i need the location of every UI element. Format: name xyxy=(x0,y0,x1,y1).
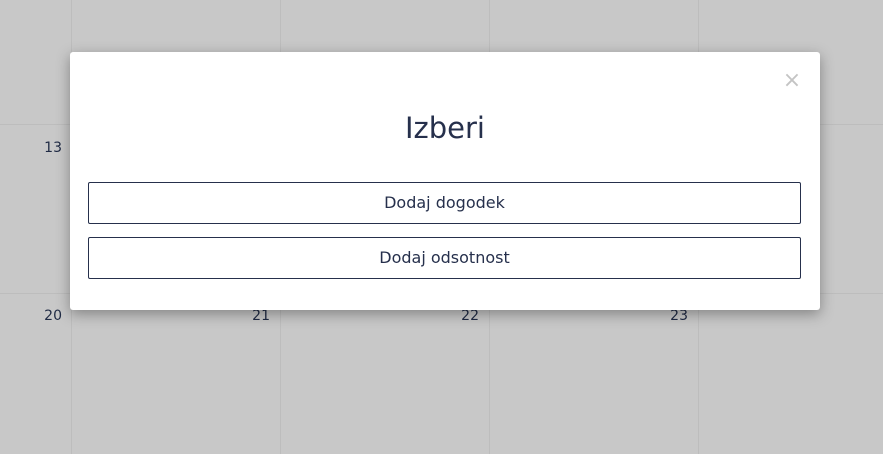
calendar-day-23[interactable]: 23 xyxy=(658,308,688,324)
choice-modal: × Izberi Dodaj dogodek Dodaj odsotnost xyxy=(70,52,820,310)
add-event-button[interactable]: Dodaj dogodek xyxy=(88,182,801,224)
modal-title: Izberi xyxy=(404,111,485,145)
calendar-day-22[interactable]: 22 xyxy=(449,308,479,324)
calendar-day-20[interactable]: 20 xyxy=(32,308,62,324)
calendar-day-13[interactable]: 13 xyxy=(32,140,62,156)
calendar-day-21[interactable]: 21 xyxy=(240,308,270,324)
add-absence-button[interactable]: Dodaj odsotnost xyxy=(88,237,801,279)
close-icon[interactable]: × xyxy=(782,70,802,92)
